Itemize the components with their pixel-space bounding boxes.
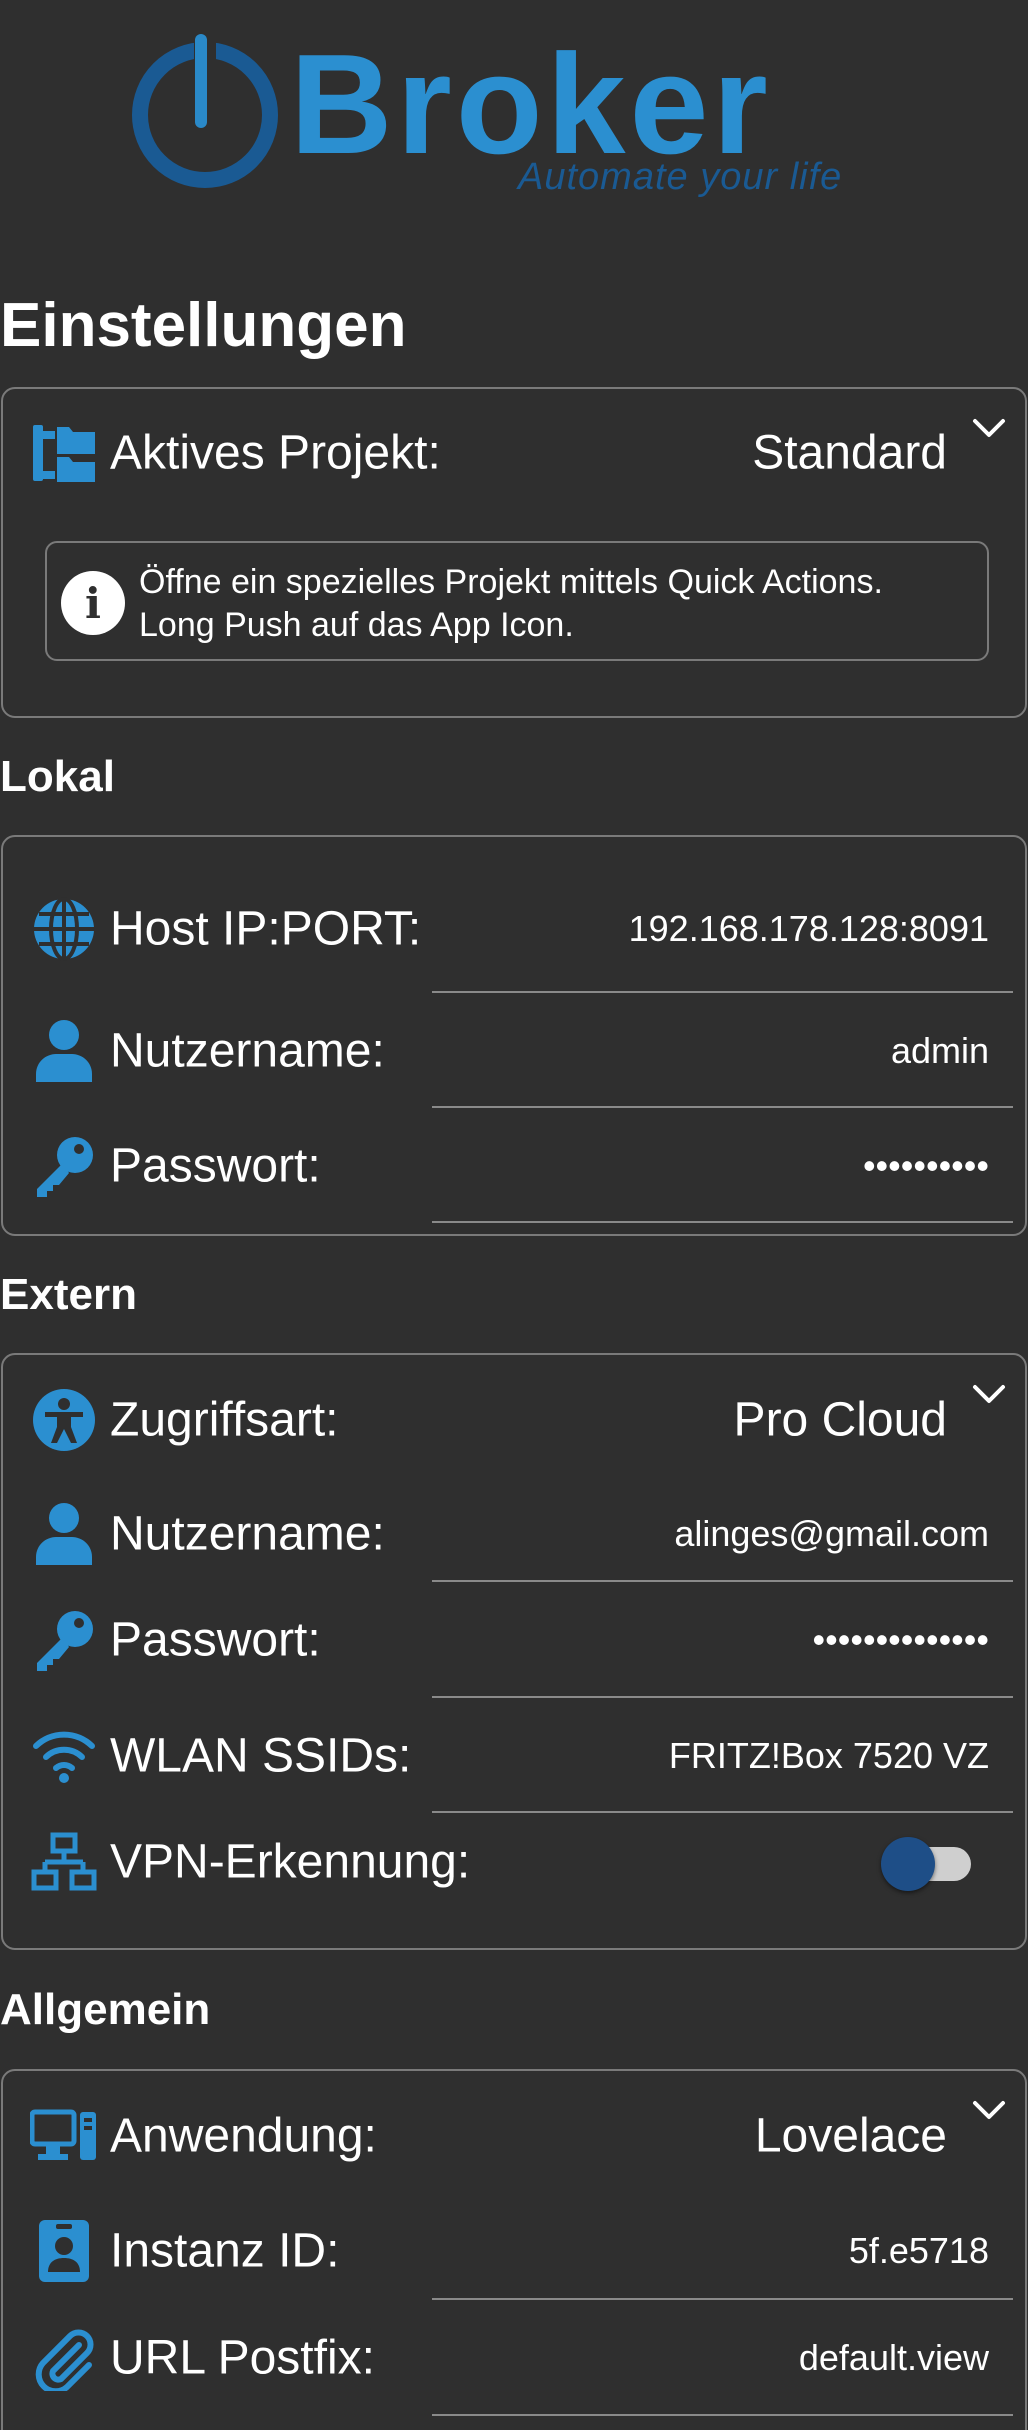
project-folder-icon <box>29 418 99 488</box>
url-postfix-label: URL Postfix: <box>110 2331 375 2385</box>
application-row[interactable]: Anwendung: Lovelace <box>3 2071 1027 2201</box>
wifi-icon <box>29 1721 99 1791</box>
instance-id-row[interactable]: Instanz ID: 5f.e5718 <box>3 2201 1027 2300</box>
page-title: Einstellungen <box>0 291 407 360</box>
extern-card: Zugriffsart: Pro Cloud Nutzername: aling… <box>1 1353 1027 1950</box>
lokal-card: Host IP:PORT: 192.168.178.128:8091 Nutze… <box>1 835 1027 1236</box>
extern-password-row[interactable]: Passwort: •••••••••••••• <box>3 1582 1027 1698</box>
extern-user-label: Nutzername: <box>110 1507 385 1560</box>
application-label: Anwendung: <box>110 2109 377 2163</box>
id-badge-icon <box>29 2216 99 2286</box>
extern-password-label: Passwort: <box>110 1613 321 1667</box>
project-card: Aktives Projekt: Standard i Öffne ein sp… <box>1 387 1027 718</box>
host-label: Host IP:PORT: <box>110 902 422 956</box>
allgemein-card: Anwendung: Lovelace Instanz ID: 5f.e5718… <box>1 2069 1027 2430</box>
lokal-password-row[interactable]: Passwort: •••••••••• <box>3 1108 1027 1223</box>
power-line-icon <box>195 34 207 128</box>
application-value: Lovelace <box>754 2109 947 2163</box>
chevron-down-icon[interactable] <box>969 2095 1009 2125</box>
lokal-password-underline <box>432 1221 1013 1223</box>
wlan-ssid-row[interactable]: WLAN SSIDs: FRITZ!Box 7520 VZ <box>3 1698 1027 1813</box>
user-icon <box>29 1499 99 1569</box>
section-title-allgemein: Allgemein <box>0 1985 211 2034</box>
info-text: Öffne ein spezielles Projekt mittels Qui… <box>139 561 883 647</box>
user-icon <box>29 1016 99 1086</box>
toggle-knob <box>881 1837 935 1891</box>
vpn-detection-label: VPN-Erkennung: <box>110 1835 471 1889</box>
paperclip-icon <box>29 2323 99 2393</box>
key-icon <box>29 1605 99 1675</box>
active-project-value: Standard <box>752 426 947 480</box>
wlan-ssid-label: WLAN SSIDs: <box>110 1729 412 1782</box>
chevron-down-icon[interactable] <box>969 1379 1009 1409</box>
key-icon <box>29 1131 99 1201</box>
instance-id-label: Instanz ID: <box>110 2224 340 2277</box>
access-type-value: Pro Cloud <box>733 1393 947 1447</box>
info-box: i Öffne ein spezielles Projekt mittels Q… <box>45 541 989 661</box>
url-postfix-row[interactable]: URL Postfix: default.view <box>3 2300 1027 2416</box>
vpn-detection-row: VPN-Erkennung: <box>3 1813 1027 1911</box>
lokal-user-input[interactable]: admin <box>891 1030 989 1072</box>
accessibility-icon <box>29 1385 99 1455</box>
wlan-ssid-input[interactable]: FRITZ!Box 7520 VZ <box>669 1735 989 1777</box>
info-icon: i <box>61 571 125 635</box>
logo-tagline: Automate your life <box>518 156 843 198</box>
access-type-row[interactable]: Zugriffsart: Pro Cloud <box>3 1355 1027 1485</box>
vpn-detection-toggle[interactable] <box>881 1837 973 1891</box>
url-postfix-input[interactable]: default.view <box>799 2337 989 2379</box>
lokal-user-label: Nutzername: <box>110 1024 385 1077</box>
access-type-label: Zugriffsart: <box>110 1393 339 1447</box>
info-line-2: Long Push auf das App Icon. <box>139 606 574 644</box>
extern-password-input[interactable]: •••••••••••••• <box>813 1619 989 1661</box>
url-postfix-underline <box>432 2414 1013 2416</box>
computer-icon <box>29 2101 99 2171</box>
info-line-1: Öffne ein spezielles Projekt mittels Qui… <box>139 563 883 601</box>
app-logo: Broker Automate your life <box>128 25 908 206</box>
lokal-password-input[interactable]: •••••••••• <box>863 1145 989 1187</box>
instance-id-input[interactable]: 5f.e5718 <box>849 2230 989 2272</box>
chevron-down-icon[interactable] <box>969 413 1009 443</box>
host-row[interactable]: Host IP:PORT: 192.168.178.128:8091 <box>3 865 1027 993</box>
extern-user-row[interactable]: Nutzername: alinges@gmail.com <box>3 1485 1027 1582</box>
lokal-password-label: Passwort: <box>110 1139 321 1192</box>
network-icon <box>29 1827 99 1897</box>
active-project-row[interactable]: Aktives Projekt: Standard <box>3 403 1027 503</box>
lokal-user-row[interactable]: Nutzername: admin <box>3 993 1027 1108</box>
active-project-label: Aktives Projekt: <box>110 426 441 480</box>
host-input[interactable]: 192.168.178.128:8091 <box>629 908 989 950</box>
logo-wordmark: Broker <box>290 25 772 184</box>
section-title-extern: Extern <box>0 1270 137 1319</box>
extern-user-input[interactable]: alinges@gmail.com <box>674 1513 989 1555</box>
globe-icon <box>29 894 99 964</box>
section-title-lokal: Lokal <box>0 752 115 801</box>
